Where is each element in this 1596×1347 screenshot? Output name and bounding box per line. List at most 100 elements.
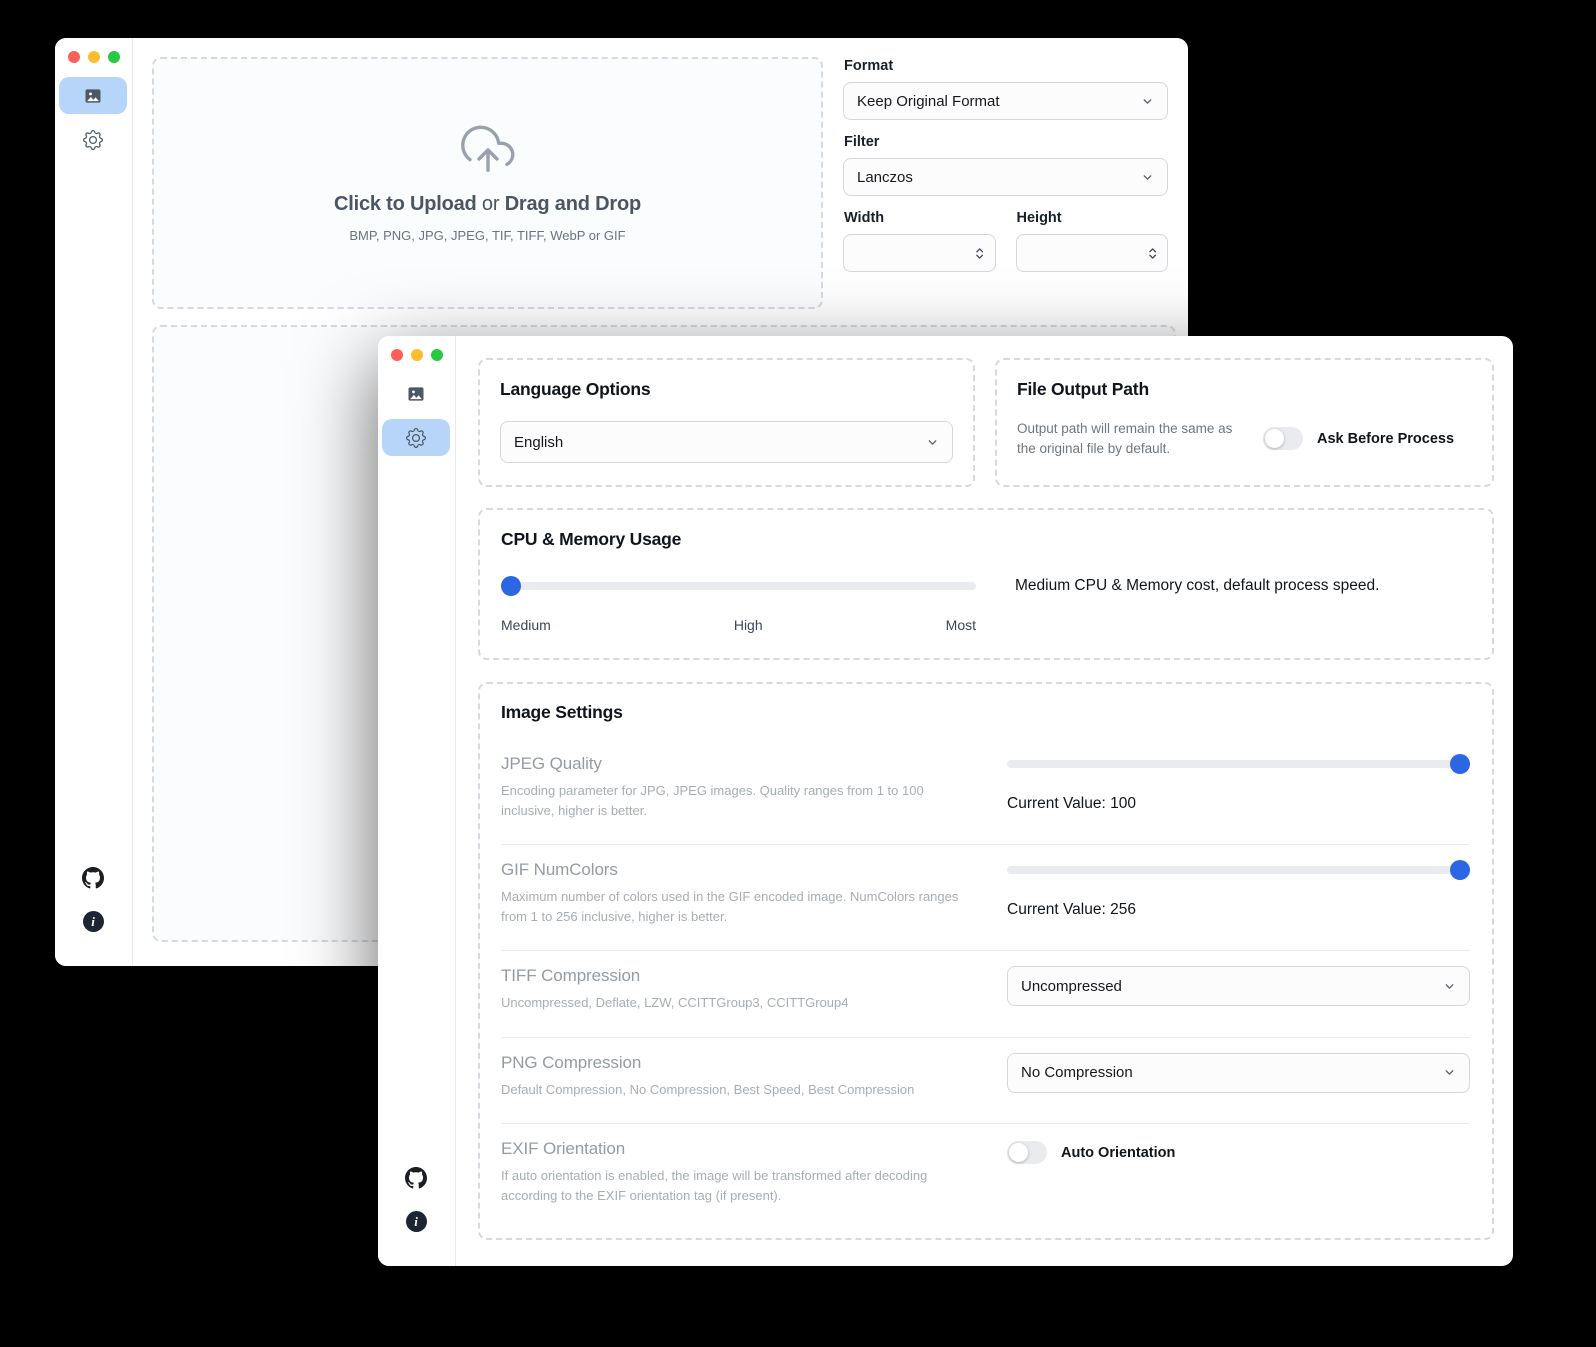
upload-title-or: or (477, 193, 505, 215)
gear-icon (83, 130, 103, 150)
stepper-arrows-icon (975, 246, 984, 261)
chevron-down-icon (1443, 1066, 1456, 1079)
upload-dropzone[interactable]: Click to Upload or Drag and Drop BMP, PN… (152, 57, 823, 309)
width-input[interactable] (856, 245, 975, 262)
minimize-button[interactable] (411, 349, 423, 361)
cpu-usage-slider[interactable] (501, 582, 976, 590)
sidebar: i (378, 336, 456, 1266)
chevron-down-icon (1141, 171, 1154, 184)
exif-orientation-label: EXIF Orientation (501, 1139, 977, 1159)
png-compression-description: Default Compression, No Compression, Bes… (501, 1080, 977, 1100)
sidebar-item-settings[interactable] (59, 121, 127, 158)
zoom-button[interactable] (431, 349, 443, 361)
upload-title-click: Click to Upload (334, 193, 477, 215)
exif-orientation-row: EXIF Orientation If auto orientation is … (501, 1123, 1470, 1229)
image-icon (83, 86, 103, 106)
settings-window: i Language Options English File Output P… (378, 336, 1513, 1266)
minimize-button[interactable] (88, 51, 100, 63)
width-stepper[interactable] (843, 234, 996, 272)
format-select[interactable]: Keep Original Format (843, 82, 1168, 120)
window-controls (68, 51, 120, 63)
github-button[interactable] (405, 1167, 427, 1194)
section-title: Language Options (500, 379, 953, 400)
close-button[interactable] (391, 349, 403, 361)
slider-thumb[interactable] (501, 576, 521, 596)
auto-orientation-label: Auto Orientation (1061, 1145, 1175, 1161)
github-icon (405, 1167, 427, 1189)
jpeg-quality-slider[interactable] (1007, 760, 1470, 768)
jpeg-quality-description: Encoding parameter for JPG, JPEG images.… (501, 781, 977, 820)
window-controls (391, 349, 443, 361)
cpu-memory-section: CPU & Memory Usage Medium High Most Medi… (478, 508, 1494, 660)
gif-numcolors-row: GIF NumColors Maximum number of colors u… (501, 844, 1470, 950)
stepper-arrows-icon (1148, 246, 1157, 261)
format-label: Format (844, 58, 1168, 74)
tiff-compression-label: TIFF Compression (501, 966, 977, 986)
upload-formats: BMP, PNG, JPG, JPEG, TIF, TIFF, WebP or … (349, 228, 625, 243)
sidebar-item-images[interactable] (382, 375, 450, 412)
slider-thumb[interactable] (1450, 754, 1470, 774)
image-settings-section: Image Settings JPEG Quality Encoding par… (478, 682, 1494, 1240)
png-compression-label: PNG Compression (501, 1053, 977, 1073)
upload-cloud-icon (461, 123, 515, 177)
section-title: CPU & Memory Usage (501, 529, 1471, 550)
cpu-slider-ticks: Medium High Most (501, 617, 976, 633)
jpeg-quality-current-value: Current Value: 100 (1007, 795, 1470, 813)
file-output-path-section: File Output Path Output path will remain… (995, 358, 1494, 487)
format-select-value: Keep Original Format (857, 93, 1000, 110)
height-stepper[interactable] (1016, 234, 1169, 272)
ask-before-process-toggle[interactable] (1263, 427, 1303, 450)
filter-select[interactable]: Lanczos (843, 158, 1168, 196)
auto-orientation-toggle[interactable] (1007, 1141, 1047, 1164)
section-title: File Output Path (1017, 379, 1472, 400)
language-select-value: English (514, 434, 563, 451)
tick-medium: Medium (501, 617, 551, 633)
cpu-status-text: Medium CPU & Memory cost, default proces… (1015, 577, 1379, 595)
tiff-compression-value: Uncompressed (1021, 978, 1122, 995)
height-input[interactable] (1029, 245, 1148, 262)
tick-most: Most (946, 617, 976, 633)
sidebar: i (55, 38, 133, 966)
png-compression-select[interactable]: No Compression (1007, 1053, 1470, 1093)
github-icon (82, 867, 104, 889)
upload-title: Click to Upload or Drag and Drop (334, 193, 641, 216)
gif-numcolors-slider[interactable] (1007, 866, 1470, 874)
sidebar-item-settings[interactable] (382, 419, 450, 456)
info-button[interactable]: i (406, 1211, 427, 1232)
section-title: Image Settings (501, 702, 1470, 723)
upload-title-drag: Drag and Drop (505, 193, 641, 215)
sidebar-item-images[interactable] (59, 77, 127, 114)
png-compression-row: PNG Compression Default Compression, No … (501, 1037, 1470, 1124)
tiff-compression-select[interactable]: Uncompressed (1007, 966, 1470, 1006)
jpeg-quality-row: JPEG Quality Encoding parameter for JPG,… (501, 754, 1470, 844)
info-button[interactable]: i (83, 911, 104, 932)
conversion-options-panel: Format Keep Original Format Filter Lancz… (843, 58, 1168, 272)
gear-icon (406, 428, 426, 448)
tiff-compression-description: Uncompressed, Deflate, LZW, CCITTGroup3,… (501, 993, 977, 1013)
chevron-down-icon (1443, 980, 1456, 993)
toggle-knob (1009, 1143, 1028, 1162)
toggle-knob (1265, 429, 1284, 448)
output-path-description: Output path will remain the same as the … (1017, 419, 1251, 458)
png-compression-value: No Compression (1021, 1064, 1133, 1081)
language-select[interactable]: English (500, 421, 953, 463)
width-label: Width (844, 210, 996, 226)
desktop: i Click to Upload or Drag and Drop BMP, … (0, 0, 1596, 1347)
slider-thumb[interactable] (1450, 860, 1470, 880)
filter-select-value: Lanczos (857, 169, 913, 186)
exif-orientation-description: If auto orientation is enabled, the imag… (501, 1166, 977, 1205)
height-label: Height (1017, 210, 1169, 226)
zoom-button[interactable] (108, 51, 120, 63)
chevron-down-icon (926, 436, 939, 449)
gif-numcolors-current-value: Current Value: 256 (1007, 901, 1470, 919)
jpeg-quality-label: JPEG Quality (501, 754, 977, 774)
ask-before-process-label: Ask Before Process (1317, 431, 1454, 447)
gif-numcolors-label: GIF NumColors (501, 860, 977, 880)
tiff-compression-row: TIFF Compression Uncompressed, Deflate, … (501, 950, 1470, 1037)
tick-high: High (734, 617, 763, 633)
filter-label: Filter (844, 134, 1168, 150)
chevron-down-icon (1141, 95, 1154, 108)
github-button[interactable] (82, 867, 104, 894)
language-options-section: Language Options English (478, 358, 975, 487)
close-button[interactable] (68, 51, 80, 63)
